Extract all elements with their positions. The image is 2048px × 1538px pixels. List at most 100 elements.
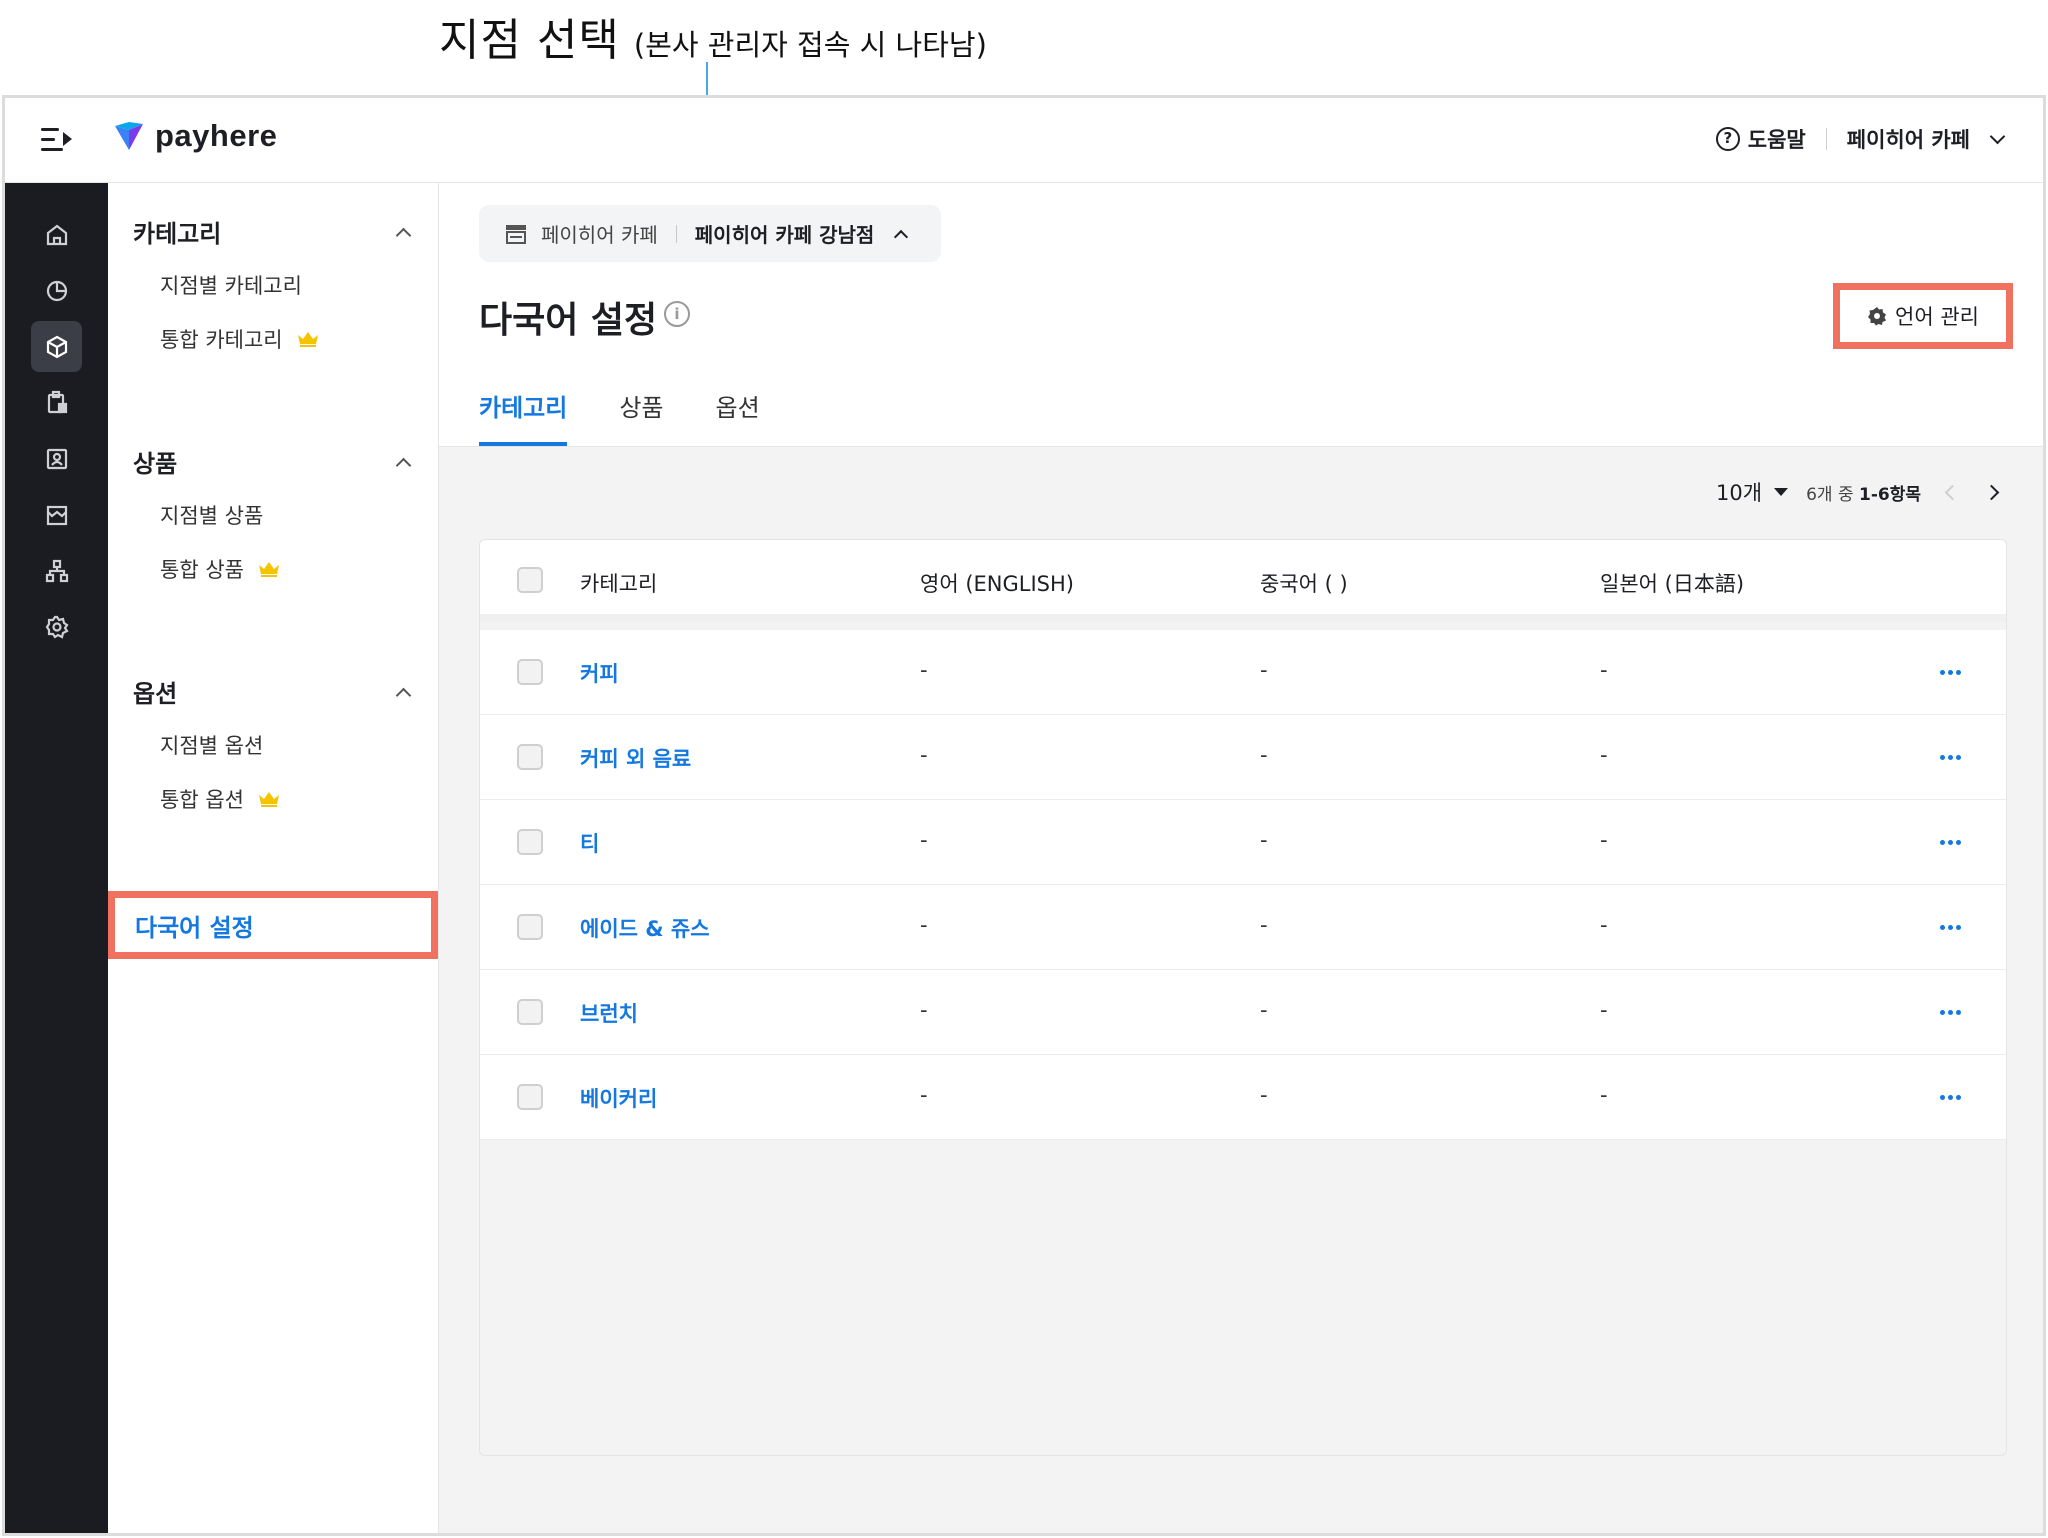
row-checkbox[interactable] [517, 659, 543, 685]
rail-orders[interactable] [31, 377, 82, 428]
home-icon [46, 224, 67, 245]
chevron-left-icon[interactable] [1944, 484, 1961, 500]
chinese-cell: - [1260, 1083, 1268, 1107]
store-icon [46, 505, 67, 525]
org-chart-icon [45, 559, 68, 582]
more-icon[interactable] [1940, 840, 1964, 845]
row-checkbox[interactable] [517, 1084, 543, 1110]
english-cell: - [920, 828, 928, 852]
language-manage-label: 언어 관리 [1895, 305, 1979, 329]
branch-name: 페이히어 카페 강남점 [694, 223, 875, 247]
chevron-up-icon[interactable] [395, 227, 412, 243]
language-manage-button[interactable]: 언어 관리 [1833, 283, 2013, 349]
annotation-title: 지점 선택 [439, 15, 620, 66]
payhere-logo-icon [115, 122, 143, 150]
chinese-cell: - [1260, 998, 1268, 1022]
more-icon[interactable] [1940, 1095, 1964, 1100]
more-icon[interactable] [1940, 925, 1964, 930]
crown-icon [258, 792, 279, 807]
japanese-cell: - [1600, 658, 1608, 682]
pagination: 10개 6개 중 1-6항목 [1716, 477, 2000, 507]
sidebar-item-branch-product[interactable]: 지점별 상품 [160, 497, 263, 533]
sidebar-item-integrated-option[interactable]: 통합 옵션 [160, 781, 280, 817]
table-row: 에이드 & 쥬스 - - - [480, 885, 2006, 970]
branch-selector[interactable]: 페이히어 카페 페이히어 카페 강남점 [479, 205, 941, 262]
chinese-cell: - [1260, 913, 1268, 937]
logo[interactable]: payhere [113, 118, 277, 154]
main-content: 페이히어 카페 페이히어 카페 강남점 다국어 설정 i 언어 관리 카테고리 … [439, 183, 2043, 1533]
japanese-cell: - [1600, 913, 1608, 937]
top-right-actions: ? 도움말 페이히어 카페 [1715, 124, 2006, 154]
chevron-down-icon[interactable] [1989, 128, 2006, 144]
tab-product[interactable]: 상품 [619, 383, 663, 446]
person-card-icon [46, 448, 67, 469]
pagination-info: 6개 중 1-6항목 [1806, 480, 1921, 505]
row-checkbox[interactable] [517, 999, 543, 1025]
table-row: 커피 외 음료 - - - [480, 715, 2006, 800]
page-size-select[interactable]: 10개 [1716, 477, 1762, 507]
japanese-cell: - [1600, 828, 1608, 852]
select-all-checkbox[interactable] [517, 567, 543, 593]
table-body: 커피 - - - 커피 외 음료 - - - 티 - - - 에이드 & 쥬스 … [480, 630, 2006, 1140]
help-icon[interactable]: ? [1715, 127, 1740, 151]
sidebar-item-multilanguage[interactable]: 다국어 설정 [108, 891, 438, 959]
tab-option[interactable]: 옵션 [716, 383, 760, 446]
more-icon[interactable] [1940, 755, 1964, 760]
english-cell: - [920, 913, 928, 937]
group-label: 옵션 [133, 679, 178, 708]
sidebar-item-branch-category[interactable]: 지점별 카테고리 [160, 267, 302, 303]
table-row: 베이커리 - - - [480, 1055, 2006, 1140]
annotation: 지점 선택 (본사 관리자 접속 시 나타남) [439, 4, 987, 68]
english-cell: - [920, 743, 928, 767]
more-icon[interactable] [1940, 670, 1964, 675]
divider [675, 224, 677, 243]
japanese-cell: - [1600, 743, 1608, 767]
row-checkbox[interactable] [517, 829, 543, 855]
clipboard-icon [47, 390, 67, 413]
rail-organization[interactable] [31, 545, 82, 596]
chevron-up-icon[interactable] [894, 229, 909, 244]
gear-icon [1868, 307, 1887, 326]
category-link[interactable]: 커피 외 음료 [580, 743, 691, 773]
group-option[interactable]: 옵션 [133, 671, 423, 711]
sidebar-item-integrated-category[interactable]: 통합 카테고리 [160, 321, 319, 357]
sidebar-item-integrated-product[interactable]: 통합 상품 [160, 551, 280, 587]
table-header: 카테고리 영어 (ENGLISH) 중국어 ( ) 일본어 (日本語) [480, 540, 2006, 622]
tab-category[interactable]: 카테고리 [479, 383, 568, 446]
group-category[interactable]: 카테고리 [133, 211, 423, 251]
rail-customers[interactable] [31, 433, 82, 484]
divider [1825, 128, 1827, 150]
category-link[interactable]: 브런치 [580, 998, 638, 1028]
sidebar-item-branch-option[interactable]: 지점별 옵션 [160, 727, 263, 763]
rail-store[interactable] [31, 489, 82, 540]
category-link[interactable]: 베이커리 [580, 1083, 657, 1113]
rail-products[interactable] [31, 321, 82, 372]
chevron-up-icon[interactable] [395, 687, 412, 703]
help-link[interactable]: 도움말 [1748, 124, 1806, 154]
category-link[interactable]: 에이드 & 쥬스 [580, 913, 710, 943]
account-menu[interactable]: 페이히어 카페 [1847, 124, 1970, 154]
category-link[interactable]: 커피 [580, 658, 619, 688]
info-icon[interactable]: i [664, 301, 690, 327]
row-checkbox[interactable] [517, 744, 543, 770]
row-checkbox[interactable] [517, 914, 543, 940]
sub-sidebar: 카테고리 지점별 카테고리 통합 카테고리 상품 지점별 상품 통합 상품 옵션… [108, 183, 439, 1533]
chevron-right-icon[interactable] [1983, 484, 2000, 500]
group-product[interactable]: 상품 [133, 441, 423, 481]
top-header: payhere ? 도움말 페이히어 카페 [5, 98, 2043, 183]
sidebar-item-label: 지점별 카테고리 [160, 274, 302, 298]
more-icon[interactable] [1940, 1010, 1964, 1015]
category-link[interactable]: 티 [580, 828, 599, 858]
caret-down-icon[interactable] [1774, 488, 1789, 496]
menu-toggle-icon[interactable] [41, 126, 75, 154]
rail-home[interactable] [31, 209, 82, 260]
english-cell: - [920, 658, 928, 682]
chevron-up-icon[interactable] [395, 457, 412, 473]
sidebar-item-label: 통합 상품 [160, 558, 244, 582]
sidebar-item-label: 지점별 옵션 [160, 734, 264, 758]
table-row: 브런치 - - - [480, 970, 2006, 1055]
rail-settings[interactable] [31, 601, 82, 652]
english-cell: - [920, 1083, 928, 1107]
rail-analytics[interactable] [31, 265, 82, 316]
table-row: 커피 - - - [480, 630, 2006, 715]
